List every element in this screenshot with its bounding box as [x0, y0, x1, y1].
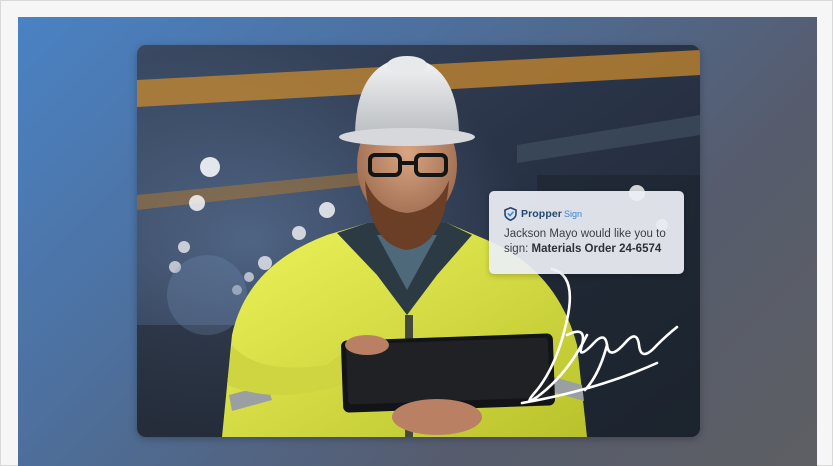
- document-name: Materials Order 24-6574: [531, 243, 662, 255]
- notification-brand: Propper Sign: [504, 206, 672, 222]
- brand-product: Sign: [563, 209, 582, 219]
- signature-request-notification[interactable]: Propper Sign Jackson Mayo would like you…: [489, 191, 684, 274]
- propper-shield-logo-icon: [504, 206, 517, 222]
- notification-message: Jackson Mayo would like you to sign: Mat…: [504, 227, 672, 257]
- brand-name: Propper: [521, 208, 562, 220]
